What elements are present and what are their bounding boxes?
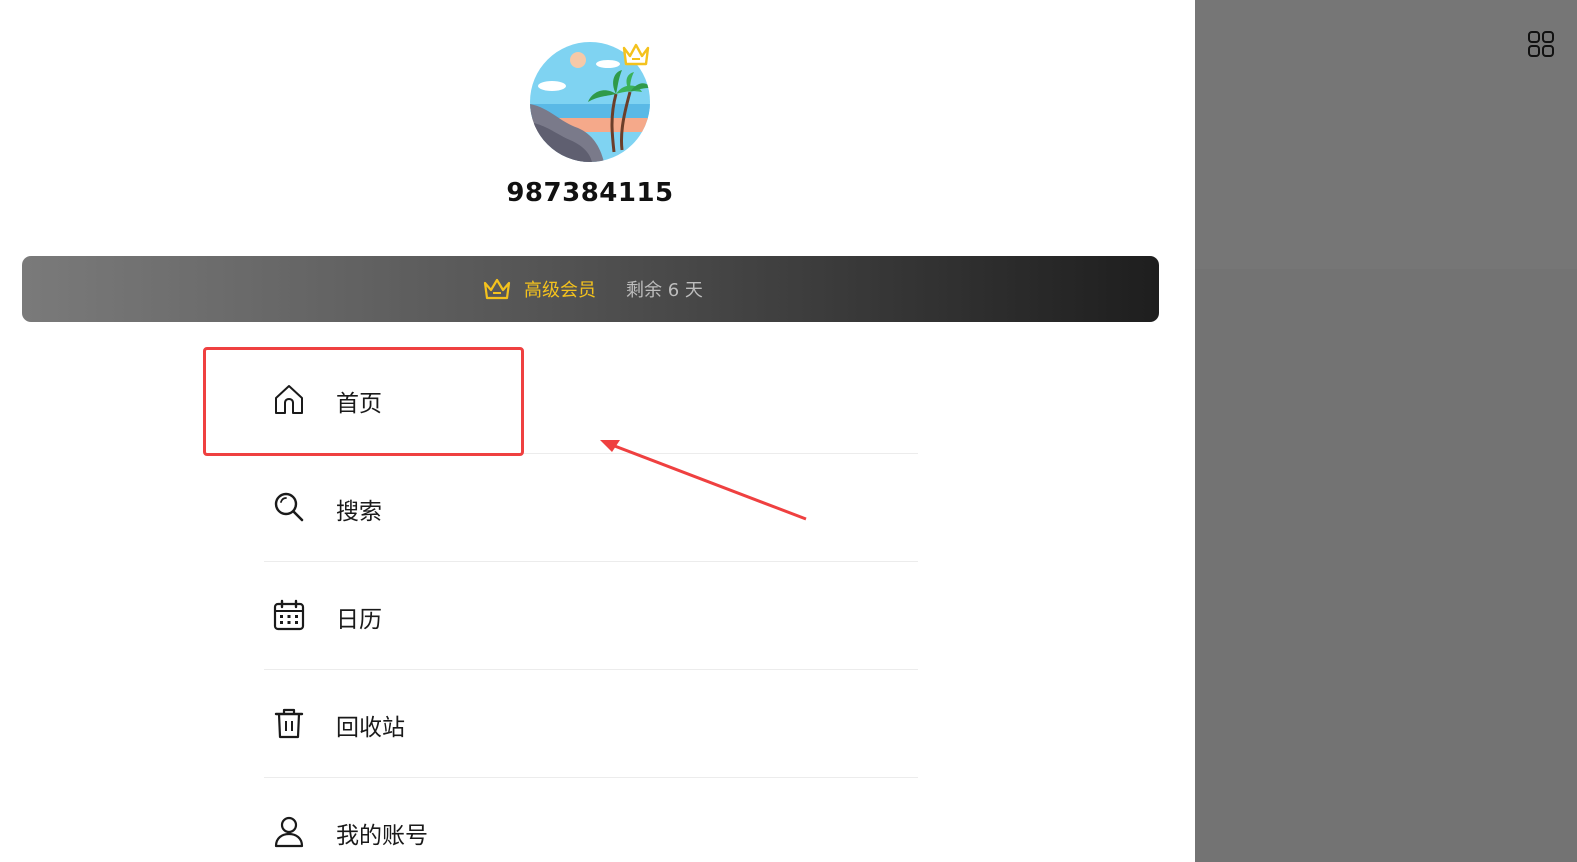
vip-remaining-days: 剩余 6 天 <box>626 280 703 301</box>
crown-icon <box>483 278 511 300</box>
trash-icon <box>274 708 304 739</box>
overlay-band <box>1195 0 1577 269</box>
menu-item-label: 日历 <box>336 607 382 633</box>
menu-item-search[interactable]: 搜索 <box>264 454 918 562</box>
side-drawer: 987384115 高级会员 剩余 6 天 首页 搜索 日历 回收站 我的账号 <box>0 0 1195 862</box>
menu-item-calendar[interactable]: 日历 <box>264 562 918 670</box>
scrim-overlay[interactable] <box>1195 0 1577 862</box>
user-icon <box>274 816 304 848</box>
grid-icon[interactable] <box>1527 30 1555 58</box>
menu-item-label: 我的账号 <box>336 823 428 849</box>
menu-item-label: 搜索 <box>336 499 382 525</box>
search-icon <box>274 492 304 522</box>
app-screen: 987384115 高级会员 剩余 6 天 首页 搜索 日历 回收站 我的账号 <box>0 0 1577 862</box>
vip-title: 高级会员 <box>524 280 596 301</box>
calendar-icon <box>273 599 305 631</box>
menu-item-label: 首页 <box>336 391 382 417</box>
menu-item-label: 回收站 <box>336 715 405 741</box>
username: 987384115 <box>506 178 674 208</box>
menu-item-home[interactable]: 首页 <box>264 346 918 454</box>
menu-item-account[interactable]: 我的账号 <box>264 778 918 862</box>
crown-badge-icon <box>622 43 650 66</box>
nav-menu: 首页 搜索 日历 回收站 我的账号 <box>264 346 918 862</box>
home-icon <box>275 385 303 414</box>
menu-item-trash[interactable]: 回收站 <box>264 670 918 778</box>
